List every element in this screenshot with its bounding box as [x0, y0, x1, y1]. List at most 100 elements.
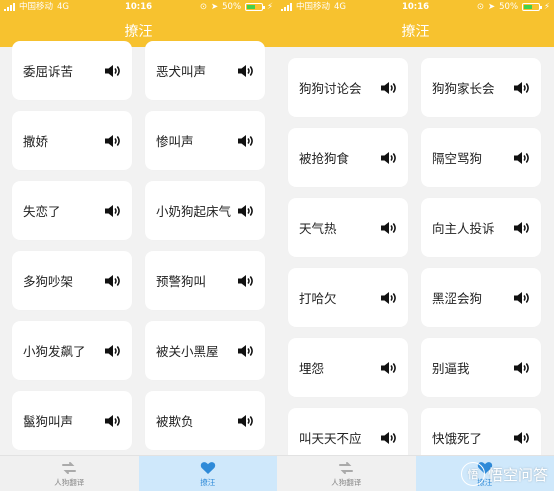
sound-card[interactable]: 委屈诉苦 — [12, 41, 132, 100]
sound-card[interactable]: 撒娇 — [12, 111, 132, 170]
page-title: 撩汪 — [401, 24, 430, 40]
speaker-icon[interactable] — [380, 221, 398, 235]
status-bar: 中国移动 4G 10:16 ⊙ ➤ 50% ⚡ — [277, 0, 554, 14]
speaker-icon[interactable] — [104, 64, 122, 78]
speaker-icon[interactable] — [513, 81, 531, 95]
speaker-icon[interactable] — [237, 414, 255, 428]
speaker-icon[interactable] — [104, 414, 122, 428]
speaker-icon[interactable] — [380, 291, 398, 305]
wukong-logo-icon: 悟 — [460, 462, 485, 486]
sound-card[interactable]: 被关小黑屋 — [145, 321, 265, 380]
sound-card[interactable]: 隔空骂狗 — [421, 128, 541, 187]
speaker-icon[interactable] — [380, 81, 398, 95]
signal-icon — [281, 3, 292, 11]
watermark-text: 悟空问答 — [487, 465, 548, 484]
sound-label: 惨叫声 — [156, 134, 194, 149]
speaker-icon[interactable] — [237, 204, 255, 218]
sound-label: 快饿死了 — [432, 431, 483, 446]
sound-label: 叫天天不应 — [299, 431, 362, 446]
translate-icon — [62, 461, 77, 474]
sound-label: 失恋了 — [23, 204, 61, 219]
tab-liaowang[interactable]: 撩汪 — [138, 456, 277, 491]
composite-screenshot: 中国移动 4G 10:16 ⊙ ➤ 50% ⚡ 撩汪 委屈诉苦 恶犬叫声 撒娇 … — [0, 0, 554, 491]
speaker-icon[interactable] — [104, 134, 122, 148]
network-label: 4G — [57, 2, 70, 12]
speaker-icon[interactable] — [237, 64, 255, 78]
sound-label: 恶犬叫声 — [156, 64, 207, 79]
sound-card[interactable]: 狗狗家长会 — [421, 58, 541, 117]
sound-label: 狗狗讨论会 — [299, 81, 362, 96]
network-label: 4G — [334, 2, 347, 12]
location-icon: ➤ — [211, 2, 219, 12]
watermark: 悟 悟空问答 — [460, 462, 548, 486]
app-header: 中国移动 4G 10:16 ⊙ ➤ 50% ⚡ 撩汪 — [277, 0, 554, 47]
sound-card[interactable]: 打哈欠 — [288, 268, 408, 327]
sound-label: 预警狗叫 — [156, 274, 207, 289]
tab-translate[interactable]: 人狗翻译 — [0, 456, 139, 491]
sound-card[interactable]: 惨叫声 — [145, 111, 265, 170]
speaker-icon[interactable] — [237, 274, 255, 288]
speaker-icon[interactable] — [513, 291, 531, 305]
sound-card[interactable]: 埋怨 — [288, 338, 408, 397]
clock: 10:16 — [124, 2, 153, 12]
sound-card[interactable]: 被欺负 — [145, 391, 265, 450]
sound-card[interactable]: 小狗发飙了 — [12, 321, 132, 380]
tab-label: 撩汪 — [200, 477, 216, 487]
sound-card[interactable]: 天气热 — [288, 198, 408, 257]
clock: 10:16 — [401, 2, 430, 12]
speaker-icon[interactable] — [380, 431, 398, 445]
tab-label: 人狗翻译 — [54, 477, 85, 487]
sound-label: 隔空骂狗 — [432, 151, 483, 166]
sound-label: 被欺负 — [156, 414, 194, 429]
translate-icon — [339, 461, 354, 474]
battery-percent: 50% — [499, 2, 519, 12]
charging-icon: ⚡ — [544, 2, 550, 12]
location-icon: ➤ — [488, 2, 496, 12]
sound-label: 撒娇 — [23, 134, 49, 149]
page-title: 撩汪 — [124, 24, 153, 40]
speaker-icon[interactable] — [513, 221, 531, 235]
tab-bar: 人狗翻译 撩汪 — [0, 455, 277, 491]
speaker-icon[interactable] — [237, 134, 255, 148]
speaker-icon[interactable] — [104, 344, 122, 358]
signal-icon — [4, 3, 15, 11]
speaker-icon[interactable] — [380, 361, 398, 375]
status-bar: 中国移动 4G 10:16 ⊙ ➤ 50% ⚡ — [0, 0, 277, 14]
sound-label: 被抢狗食 — [299, 151, 350, 166]
battery-percent: 50% — [222, 2, 242, 12]
sound-card[interactable]: 恶犬叫声 — [145, 41, 265, 100]
sound-label: 打哈欠 — [299, 291, 337, 306]
sound-label: 小狗发飙了 — [23, 344, 86, 359]
sound-label: 黑涩会狗 — [432, 291, 483, 306]
speaker-icon[interactable] — [513, 151, 531, 165]
sound-card[interactable]: 狗狗讨论会 — [288, 58, 408, 117]
sound-card[interactable]: 失恋了 — [12, 181, 132, 240]
sound-card[interactable]: 黑涩会狗 — [421, 268, 541, 327]
charging-icon: ⚡ — [267, 2, 273, 12]
sound-card[interactable]: 多狗吵架 — [12, 251, 132, 310]
lock-rotation-icon: ⊙ — [199, 2, 207, 12]
sound-card[interactable]: 被抢狗食 — [288, 128, 408, 187]
speaker-icon[interactable] — [380, 151, 398, 165]
battery-icon — [245, 3, 266, 11]
sound-card[interactable]: 别逼我 — [421, 338, 541, 397]
sound-label: 别逼我 — [432, 361, 470, 376]
sound-card[interactable]: 预警狗叫 — [145, 251, 265, 310]
carrier-label: 中国移动 — [296, 2, 331, 12]
speaker-icon[interactable] — [513, 361, 531, 375]
sound-label: 鬣狗叫声 — [23, 414, 74, 429]
battery-icon — [522, 3, 543, 11]
phone-screen-left: 中国移动 4G 10:16 ⊙ ➤ 50% ⚡ 撩汪 委屈诉苦 恶犬叫声 撒娇 … — [0, 0, 277, 491]
carrier-label: 中国移动 — [19, 2, 54, 12]
tab-translate[interactable]: 人狗翻译 — [277, 456, 416, 491]
speaker-icon[interactable] — [513, 431, 531, 445]
sound-card[interactable]: 鬣狗叫声 — [12, 391, 132, 450]
sound-card[interactable]: 向主人投诉 — [421, 198, 541, 257]
speaker-icon[interactable] — [104, 204, 122, 218]
phone-screen-right: 中国移动 4G 10:16 ⊙ ➤ 50% ⚡ 撩汪 狗狗讨论会 狗狗家长会 被… — [277, 0, 554, 491]
sound-label: 委屈诉苦 — [23, 64, 74, 79]
speaker-icon[interactable] — [104, 274, 122, 288]
speaker-icon[interactable] — [237, 344, 255, 358]
lock-rotation-icon: ⊙ — [476, 2, 484, 12]
sound-card[interactable]: 小奶狗起床气 — [145, 181, 265, 240]
